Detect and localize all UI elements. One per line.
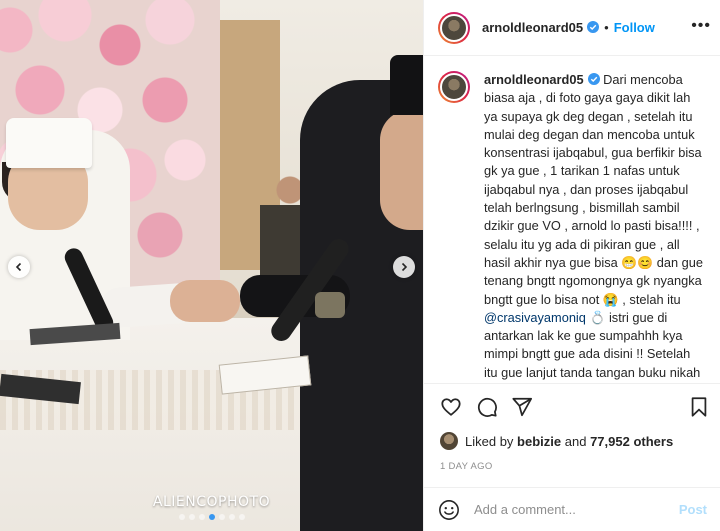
bookmark-icon xyxy=(691,397,707,417)
carousel-dot xyxy=(218,514,225,520)
carousel-prev-button[interactable] xyxy=(8,256,30,278)
likes-summary: Liked by bebizie and 77,952 others xyxy=(440,432,673,450)
caption-mention-link[interactable]: @crasivayamoniq xyxy=(484,310,586,325)
post-comment-button[interactable]: Post xyxy=(679,502,707,517)
carousel-dot xyxy=(208,514,215,520)
avatar[interactable] xyxy=(438,71,470,103)
avatar[interactable] xyxy=(438,11,470,44)
likes-count-link[interactable]: 77,952 others xyxy=(590,434,673,449)
photo-watermark: ALIENCOPHOTO xyxy=(152,494,271,510)
caption: arnoldleonard05 Dari mencoba biasa aja ,… xyxy=(424,57,720,383)
photo-officiant-cap xyxy=(390,55,423,115)
emoji-icon[interactable] xyxy=(438,499,460,521)
avatar-image xyxy=(440,13,468,42)
likes-middle: and xyxy=(564,433,587,449)
carousel-dot xyxy=(228,514,235,520)
post-photo[interactable]: ALIENCOPHOTO xyxy=(0,0,423,531)
post-timestamp[interactable]: 1 DAY AGO xyxy=(440,461,493,472)
avatar-image xyxy=(440,73,468,101)
photo-groom-cap xyxy=(6,118,92,168)
more-options-icon[interactable]: ••• xyxy=(691,18,711,34)
carousel-dot xyxy=(178,514,185,520)
paper-plane-icon xyxy=(512,397,533,417)
username-text[interactable]: arnoldleonard05 xyxy=(482,20,583,35)
post-side-panel: arnoldleonard05 • Follow ••• arnoldleona… xyxy=(423,0,720,531)
carousel-dot xyxy=(188,514,195,520)
follow-button[interactable]: Follow xyxy=(614,20,655,35)
carousel-indicator xyxy=(0,514,423,520)
carousel-dot xyxy=(238,514,245,520)
comment-input[interactable] xyxy=(474,502,679,517)
caption-username[interactable]: arnoldleonard05 xyxy=(484,72,584,87)
header-username[interactable]: arnoldleonard05 xyxy=(482,20,600,35)
carousel-next-button[interactable] xyxy=(393,256,415,278)
photo-officiant-face xyxy=(380,110,423,230)
comment-icon xyxy=(477,397,497,417)
avatar[interactable] xyxy=(440,432,458,450)
likes-user-link[interactable]: bebizie xyxy=(517,434,561,449)
header-separator: • xyxy=(604,20,609,35)
like-button[interactable] xyxy=(440,396,462,418)
verified-badge-icon xyxy=(587,21,600,33)
save-button[interactable] xyxy=(688,396,710,418)
chevron-right-icon xyxy=(401,262,408,272)
comment-button[interactable] xyxy=(476,396,498,418)
photo-watch xyxy=(315,292,345,318)
heart-icon xyxy=(441,398,461,416)
caption-text: arnoldleonard05 Dari mencoba biasa aja ,… xyxy=(484,71,707,383)
verified-badge-icon xyxy=(587,73,600,85)
post-header: arnoldleonard05 • Follow ••• xyxy=(424,0,720,56)
photo-handshake xyxy=(170,280,240,322)
post-actions xyxy=(424,383,720,427)
comment-bar: Post xyxy=(424,487,720,531)
carousel-dot xyxy=(198,514,205,520)
share-button[interactable] xyxy=(511,396,533,418)
likes-prefix: Liked by xyxy=(465,433,514,449)
chevron-left-icon xyxy=(15,262,22,272)
caption-body: Dari mencoba biasa aja , di foto gaya ga… xyxy=(484,72,703,307)
